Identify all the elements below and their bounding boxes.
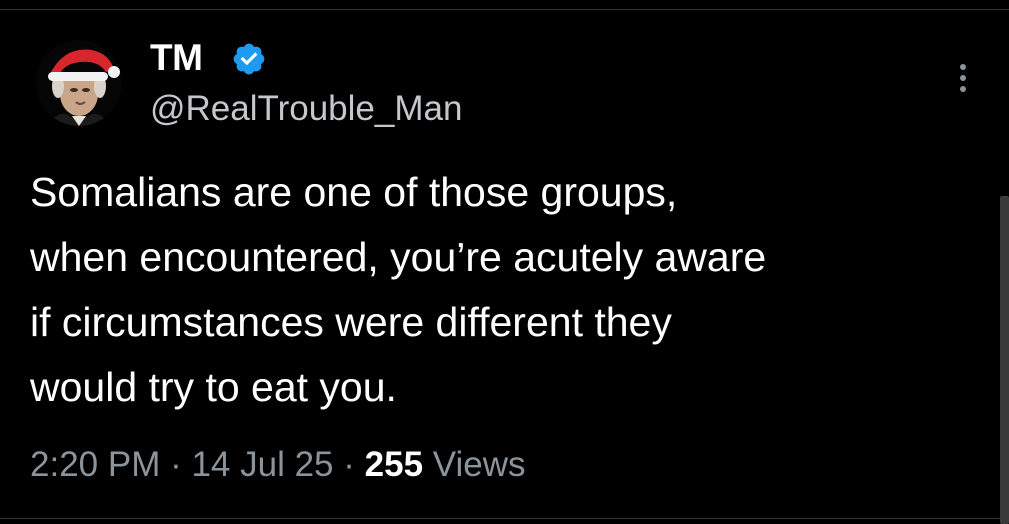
tweet-text-line: would try to eat you. <box>30 364 397 410</box>
tweet-text-line: when encountered, you’re acutely aware <box>30 234 767 280</box>
author-handle[interactable]: @RealTrouble_Man <box>150 87 462 131</box>
display-name[interactable]: TM <box>150 36 203 80</box>
verified-badge-icon <box>233 43 265 75</box>
views-label: Views <box>423 445 526 484</box>
avatar-image <box>36 40 122 126</box>
tweet-meta: 2:20 PM · 14 Jul 25 · 255 Views <box>30 441 526 489</box>
more-vertical-icon[interactable] <box>950 60 976 96</box>
tweet-text-line: if circumstances were different they <box>30 299 672 345</box>
tweet-date[interactable]: 14 Jul 25 <box>191 445 333 484</box>
views-count: 255 <box>364 445 424 484</box>
meta-separator: · <box>160 445 192 484</box>
tweet-text: Somalians are one of those groups, when … <box>30 160 995 420</box>
meta-separator: · <box>333 445 365 484</box>
top-divider <box>0 9 1009 10</box>
bottom-divider <box>0 518 1009 519</box>
scrollbar[interactable] <box>1000 196 1009 524</box>
tweet-time[interactable]: 2:20 PM <box>30 445 160 484</box>
avatar[interactable] <box>36 40 122 126</box>
tweet-text-line: Somalians are one of those groups, <box>30 169 678 215</box>
